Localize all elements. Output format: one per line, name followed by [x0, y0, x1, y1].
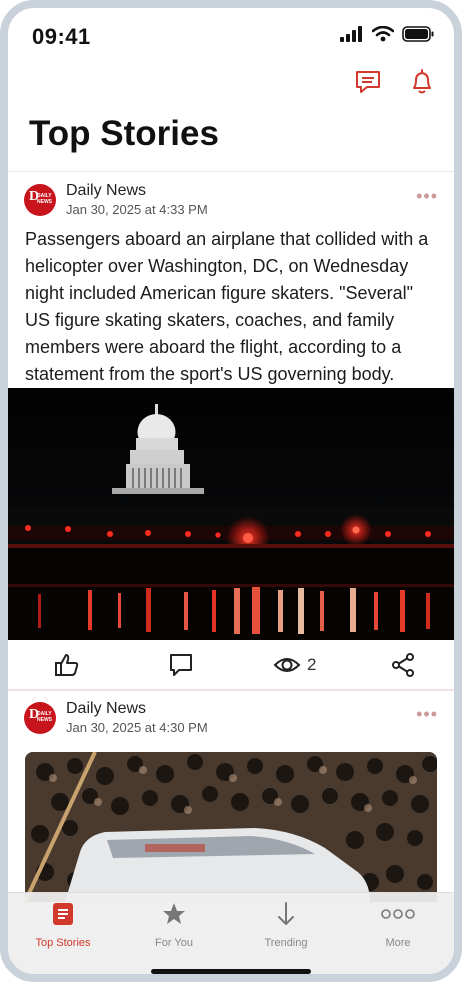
- source-logo: D DAILY NEWS: [24, 702, 56, 734]
- post-date: Jan 30, 2025 at 4:33 PM: [66, 202, 208, 217]
- divider: [8, 689, 454, 691]
- post-date: Jan 30, 2025 at 4:30 PM: [66, 720, 208, 735]
- star-icon: [163, 903, 185, 924]
- tab-label: More: [385, 937, 411, 949]
- logo-small-text: DAILY NEWS: [37, 711, 52, 723]
- source-name[interactable]: Daily News: [66, 182, 146, 200]
- arrow-down-icon: [278, 902, 294, 925]
- status-icons: [340, 26, 434, 42]
- tab-label: Top Stories: [35, 937, 91, 949]
- thumbs-up-icon: [55, 654, 79, 676]
- home-indicator[interactable]: [151, 969, 311, 974]
- post-image[interactable]: [25, 752, 437, 902]
- chat-icon[interactable]: [354, 68, 382, 96]
- signal-icon: [340, 26, 362, 42]
- wifi-icon: [372, 26, 394, 42]
- header-actions: [354, 68, 436, 96]
- page-title: Top Stories: [29, 114, 219, 153]
- bell-icon[interactable]: [408, 68, 436, 96]
- status-time: 09:41: [32, 24, 91, 49]
- logo-small-text: DAILY NEWS: [37, 193, 52, 205]
- source-name[interactable]: Daily News: [66, 700, 146, 718]
- more-options-icon[interactable]: •••: [416, 704, 438, 725]
- post-actions: 2: [8, 642, 454, 688]
- tab-top-stories[interactable]: Top Stories: [13, 901, 113, 951]
- like-button[interactable]: [54, 652, 80, 678]
- post-text[interactable]: Passengers aboard an airplane that colli…: [25, 226, 441, 388]
- tab-label: Trending: [264, 937, 308, 949]
- battery-icon: [402, 26, 434, 42]
- divider: [8, 171, 454, 172]
- status-bar: 09:41: [8, 8, 454, 58]
- tab-label: For You: [155, 937, 193, 949]
- tab-bar: Top Stories For You Trending More: [8, 892, 454, 974]
- tab-more[interactable]: More: [348, 901, 448, 951]
- eye-icon: [273, 658, 301, 672]
- comment-button[interactable]: [168, 652, 194, 678]
- more-icon: [381, 909, 415, 919]
- share-button[interactable]: [391, 652, 415, 678]
- phone-frame: 09:41 Top Stories D DAILY NEWS Daily New…: [0, 0, 462, 982]
- post-header[interactable]: D DAILY NEWS Daily News Jan 30, 2025 at …: [24, 180, 438, 220]
- tab-trending[interactable]: Trending: [236, 901, 336, 951]
- post-image[interactable]: [8, 388, 454, 640]
- views-indicator: 2: [273, 652, 316, 678]
- source-logo: D DAILY NEWS: [24, 184, 56, 216]
- news-icon: [53, 903, 73, 925]
- share-icon: [392, 653, 414, 677]
- more-options-icon[interactable]: •••: [416, 186, 438, 207]
- view-count: 2: [307, 655, 317, 674]
- tab-for-you[interactable]: For You: [124, 901, 224, 951]
- post-header[interactable]: D DAILY NEWS Daily News Jan 30, 2025 at …: [24, 698, 438, 738]
- comment-icon: [170, 654, 192, 676]
